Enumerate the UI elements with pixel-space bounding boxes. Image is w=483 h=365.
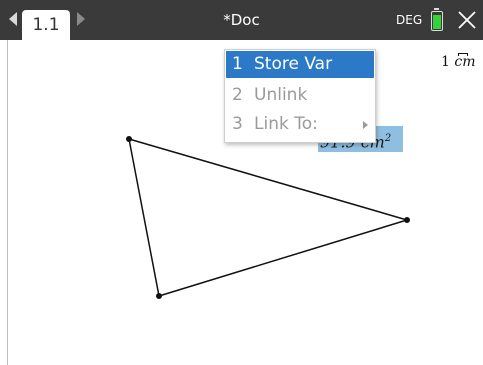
submenu-arrow-icon [363, 121, 368, 129]
document-title: *Doc [223, 11, 260, 29]
scale-unit: cm [454, 54, 476, 70]
angle-mode-indicator: DEG [396, 13, 423, 27]
scale-value: 1 [441, 54, 450, 70]
menu-item-store-var[interactable]: 1 Store Var [226, 51, 374, 78]
scale-label: 1 cm [441, 54, 476, 70]
triangle-vertex[interactable] [404, 217, 410, 223]
close-icon[interactable] [456, 9, 478, 31]
menu-item-link-to[interactable]: 3 Link To: [226, 111, 374, 138]
page-tab[interactable]: 1.1 [22, 10, 70, 40]
menu-item-number: 2 [232, 85, 243, 105]
menu-item-label: Store Var [254, 54, 333, 74]
top-bar: 1.1 *Doc DEG [0, 0, 483, 40]
battery-level-fill [433, 15, 441, 29]
menu-item-number: 3 [232, 114, 243, 134]
triangle[interactable] [128, 137, 410, 297]
next-page-icon[interactable] [77, 12, 85, 26]
area-exponent: 2 [384, 133, 392, 144]
previous-page-icon[interactable] [9, 12, 17, 26]
context-menu: 1 Store Var 2 Unlink 3 Link To: [224, 49, 376, 143]
menu-item-unlink[interactable]: 2 Unlink [226, 82, 374, 109]
page-tab-label: 1.1 [32, 15, 60, 35]
menu-item-label: Link To: [254, 114, 318, 134]
triangle-vertex[interactable] [156, 293, 162, 299]
battery-icon [431, 8, 443, 31]
triangle-vertex[interactable] [126, 136, 132, 142]
menu-item-number: 1 [232, 54, 243, 74]
menu-item-label: Unlink [254, 85, 308, 105]
